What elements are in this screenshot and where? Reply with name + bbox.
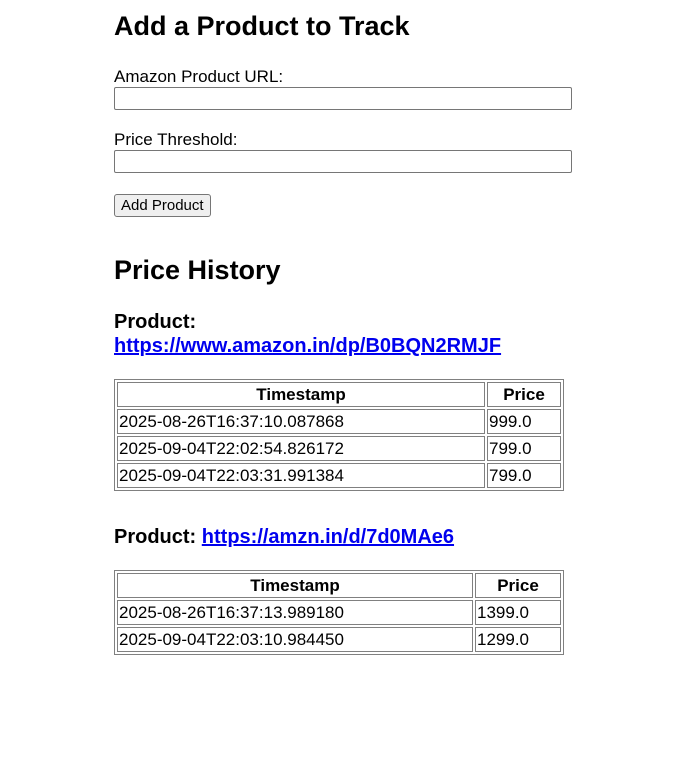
table-row: 2025-09-04T22:03:10.984450 1299.0 [117,627,561,652]
product-link[interactable]: https://www.amazon.in/dp/B0BQN2RMJF [114,335,501,357]
price-cell: 1399.0 [475,600,561,625]
price-history-title: Price History [114,255,281,285]
table-header-row: Timestamp Price [117,382,561,407]
price-cell: 799.0 [487,463,561,488]
table-row: 2025-09-04T22:03:31.991384 799.0 [117,463,561,488]
product-section: Product: https://www.amazon.in/dp/B0BQN2… [114,310,574,491]
table-row: 2025-09-04T22:02:54.826172 799.0 [117,436,561,461]
price-column-header: Price [487,382,561,407]
product-prefix: Product: [114,526,197,548]
timestamp-column-header: Timestamp [117,382,485,407]
timestamp-column-header: Timestamp [117,573,473,598]
price-cell: 799.0 [487,436,561,461]
timestamp-cell: 2025-08-26T16:37:10.087868 [117,409,485,434]
price-threshold-label: Price Threshold: [114,130,238,149]
add-product-form: Add a Product to Track Amazon Product UR… [114,10,574,217]
timestamp-cell: 2025-09-04T22:02:54.826172 [117,436,485,461]
table-row: 2025-08-26T16:37:13.989180 1399.0 [117,600,561,625]
product-section: Product: https://amzn.in/d/7d0MAe6 Times… [114,525,574,655]
add-product-button[interactable]: Add Product [114,194,211,217]
timestamp-cell: 2025-09-04T22:03:31.991384 [117,463,485,488]
timestamp-cell: 2025-08-26T16:37:13.989180 [117,600,473,625]
product-link[interactable]: https://amzn.in/d/7d0MAe6 [202,526,454,548]
page-container: Add a Product to Track Amazon Product UR… [114,0,574,655]
product-heading: Product: https://www.amazon.in/dp/B0BQN2… [114,310,554,358]
price-history-table: Timestamp Price 2025-08-26T16:37:13.9891… [114,570,564,655]
price-threshold-input[interactable] [114,150,572,173]
price-cell: 999.0 [487,409,561,434]
product-url-label: Amazon Product URL: [114,67,284,86]
add-product-title: Add a Product to Track [114,11,410,41]
price-column-header: Price [475,573,561,598]
table-row: 2025-08-26T16:37:10.087868 999.0 [117,409,561,434]
timestamp-cell: 2025-09-04T22:03:10.984450 [117,627,473,652]
table-header-row: Timestamp Price [117,573,561,598]
price-cell: 1299.0 [475,627,561,652]
product-prefix: Product: [114,311,197,333]
product-url-input[interactable] [114,87,572,110]
product-heading: Product: https://amzn.in/d/7d0MAe6 [114,525,574,549]
price-history-table: Timestamp Price 2025-08-26T16:37:10.0878… [114,379,564,491]
